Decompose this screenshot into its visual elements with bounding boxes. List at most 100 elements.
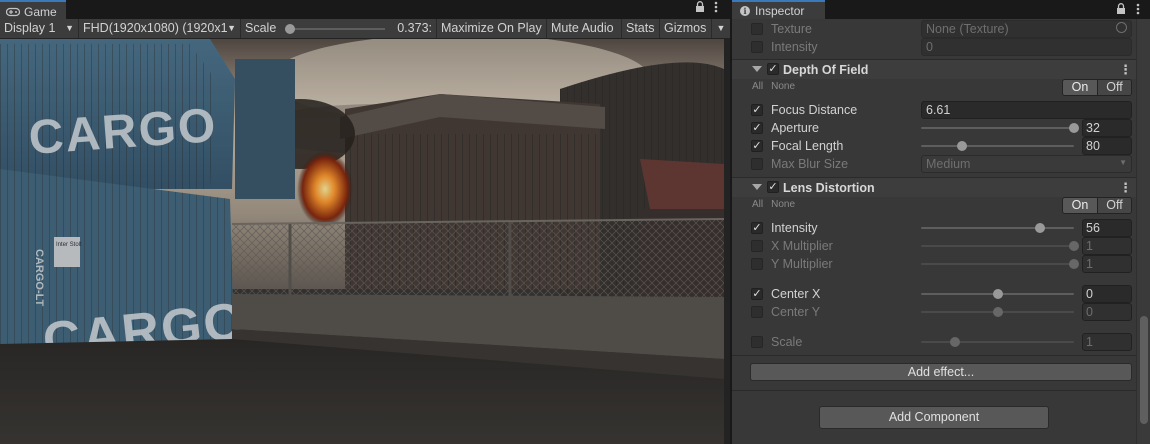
inspector-scrollbar[interactable] [1136,19,1150,444]
aperture-checkbox[interactable]: ✓ [751,122,763,134]
center-y-field[interactable]: 0 [1082,303,1132,321]
aperture-slider[interactable] [921,123,1079,133]
lens-intensity-checkbox[interactable]: ✓ [751,222,763,234]
focus-distance-field[interactable]: 6.61 [921,101,1132,119]
focal-length-checkbox[interactable]: ✓ [751,140,763,152]
lens-intensity-slider-knob[interactable] [1035,223,1046,233]
gizmos-toggle[interactable]: Gizmos [660,19,712,38]
lens-distortion-enable-checkbox[interactable]: ✓ [767,181,779,193]
aperture-field[interactable]: 32 [1082,119,1132,137]
kebab-menu-icon[interactable] [1136,3,1140,15]
lens-distortion-header[interactable]: ✓ Lens Distortion ⋮ [732,177,1136,197]
tab-game[interactable]: Game [0,0,66,19]
display-dropdown[interactable]: Display 1 ▼ [0,19,79,38]
dof-off-button[interactable]: Off [1097,80,1131,95]
foldout-arrow-icon[interactable] [752,184,762,190]
scale-slider[interactable] [285,24,385,34]
focal-length-field[interactable]: 80 [1082,137,1132,155]
lock-icon[interactable] [695,1,705,13]
focus-distance-checkbox[interactable]: ✓ [751,104,763,116]
scale-row-field[interactable]: 1 [1082,333,1132,351]
resolution-dropdown[interactable]: FHD(1920x1080) (1920x1 ▼ [79,19,241,38]
game-viewport[interactable]: CARGO CARGO CARGO-LT Inter Stolt [0,39,724,444]
x-multiplier-slider[interactable] [921,241,1079,251]
intensity-top-field[interactable]: 0 [921,38,1132,56]
lens-all-none: All None [752,199,795,210]
kebab-menu-icon[interactable] [714,1,718,13]
scale-row-slider-knob[interactable] [949,337,960,347]
gizmos-label: Gizmos [664,21,707,35]
mute-audio-label: Mute Audio [551,21,614,35]
dof-none-link[interactable]: None [771,81,795,92]
center-y-checkbox[interactable] [751,306,763,318]
mute-audio-toggle[interactable]: Mute Audio [547,19,622,38]
x-multiplier-row: X Multiplier 1 [732,237,1136,255]
x-multiplier-checkbox[interactable] [751,240,763,252]
max-blur-size-dropdown[interactable]: Medium ▼ [921,155,1132,173]
inspector-tab-bar: i Inspector [732,0,1150,19]
kebab-menu-icon[interactable]: ⋮ [1119,62,1132,78]
tab-game-label: Game [24,4,57,19]
lens-all-link[interactable]: All [752,199,763,210]
lens-intensity-row: ✓ Intensity 56 [732,219,1136,237]
intensity-top-override-checkbox[interactable] [751,41,763,53]
lens-intensity-slider[interactable] [921,223,1074,233]
center-y-slider[interactable] [921,307,1074,317]
center-x-slider[interactable] [921,289,1074,299]
y-multiplier-value: 1 [1086,257,1093,271]
center-x-slider-knob[interactable] [992,289,1003,299]
scale-row-slider[interactable] [921,337,1074,347]
lens-off-button[interactable]: Off [1097,198,1131,213]
center-x-row: ✓ Center X 0 [732,285,1136,303]
add-component-button[interactable]: Add Component [819,406,1049,429]
chevron-down-icon: ▼ [227,19,236,38]
focal-length-slider[interactable] [921,141,1074,151]
scale-label: Scale [245,21,277,35]
max-blur-size-checkbox[interactable] [751,158,763,170]
tab-inspector[interactable]: i Inspector [732,0,825,19]
x-multiplier-field[interactable]: 1 [1082,237,1132,255]
object-picker-icon[interactable] [1116,22,1127,33]
scale-slider-knob[interactable] [285,24,295,34]
lens-intensity-field[interactable]: 56 [1082,219,1132,237]
y-multiplier-slider-knob[interactable] [1069,259,1079,269]
aperture-slider-knob[interactable] [1069,123,1079,133]
scale-row-label: Scale [771,335,803,349]
max-blur-size-label: Max Blur Size [771,157,849,171]
focal-length-slider-knob[interactable] [957,141,968,151]
lock-icon[interactable] [1116,3,1126,15]
center-x-checkbox[interactable]: ✓ [751,288,763,300]
kebab-menu-icon[interactable]: ⋮ [1119,180,1132,196]
foldout-arrow-icon[interactable] [752,66,762,72]
x-multiplier-value: 1 [1086,239,1093,253]
depth-of-field-enable-checkbox[interactable]: ✓ [767,63,779,75]
inspector-scrollbar-thumb[interactable] [1140,316,1148,424]
maximize-on-play-toggle[interactable]: Maximize On Play [437,19,547,38]
scale-control: Scale 0.373: [241,19,437,38]
lens-on-button[interactable]: On [1063,198,1097,213]
divider [732,355,1136,356]
y-multiplier-field[interactable]: 1 [1082,255,1132,273]
lens-none-link[interactable]: None [771,199,795,210]
scale-row: Scale 1 [732,333,1136,351]
y-multiplier-checkbox[interactable] [751,258,763,270]
display-dropdown-label: Display 1 [4,21,56,35]
texture-object-field[interactable]: None (Texture) [921,20,1132,38]
dof-all-link[interactable]: All [752,81,763,92]
dof-all-none: All None [752,81,795,92]
dof-on-off-toggle[interactable]: On Off [1062,79,1132,96]
center-y-slider-knob[interactable] [992,307,1003,317]
scale-checkbox[interactable] [751,336,763,348]
y-multiplier-slider[interactable] [921,259,1079,269]
center-x-field[interactable]: 0 [1082,285,1132,303]
x-multiplier-slider-knob[interactable] [1069,241,1079,251]
dof-on-button[interactable]: On [1063,80,1097,95]
depth-of-field-header[interactable]: ✓ Depth Of Field ⋮ [732,59,1136,79]
focal-length-label: Focal Length [771,139,844,153]
center-y-value: 0 [1086,305,1093,319]
lens-on-off-toggle[interactable]: On Off [1062,197,1132,214]
gizmos-dropdown-chevron-icon[interactable]: ▼ [712,19,730,38]
stats-toggle[interactable]: Stats [622,19,660,38]
texture-override-checkbox[interactable] [751,23,763,35]
add-effect-button[interactable]: Add effect... [750,363,1132,381]
